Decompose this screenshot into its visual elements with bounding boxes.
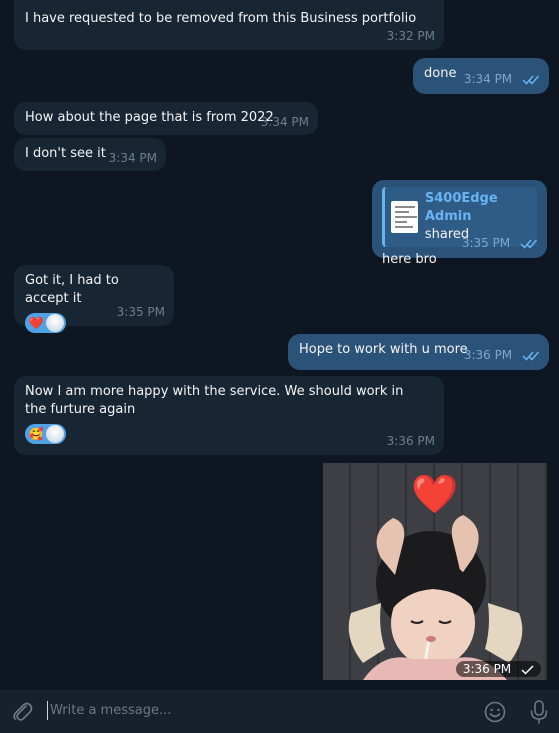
double-check-icon [520, 239, 538, 249]
message-composer: Write a message... [0, 690, 559, 733]
message-outgoing-shared[interactable]: S400Edge Admin shared here bro 3:35 PM [372, 180, 547, 267]
page-thumbnail [391, 201, 418, 233]
double-check-icon [522, 351, 540, 361]
message-input[interactable]: Write a message... [50, 703, 171, 718]
message-incoming[interactable]: I have requested to be removed from this… [14, 0, 444, 50]
message-text: How about the page that is from 2022 [25, 110, 274, 125]
smiley-icon[interactable] [483, 700, 507, 724]
message-incoming[interactable]: I don't see it 3:34 PM [14, 138, 166, 171]
message-text: Got it, I had to accept it [25, 273, 119, 306]
message-text: done [424, 66, 457, 81]
message-incoming[interactable]: How about the page that is from 2022 3:3… [14, 102, 318, 135]
reaction-pill[interactable]: 🥰 [25, 424, 66, 444]
message-text: I don't see it [25, 146, 106, 161]
message-time: 3:36 PM [463, 348, 513, 362]
message-outgoing[interactable]: Hope to work with u more 3:36 PM [288, 334, 549, 370]
message-incoming[interactable]: Got it, I had to accept it ❤️ 3:35 PM [14, 265, 174, 333]
message-time: 3:34 PM [260, 115, 309, 129]
microphone-icon[interactable] [527, 699, 551, 725]
reaction-heart: ❤️ [28, 316, 44, 330]
heart-icon: ❤️ [411, 472, 459, 516]
avatar [46, 425, 64, 443]
message-list[interactable]: I have requested to be removed from this… [0, 0, 559, 690]
paperclip-icon[interactable] [10, 700, 34, 724]
reaction-smiling-hearts: 🥰 [28, 427, 44, 441]
avatar [46, 314, 64, 332]
message-text: Hope to work with u more [299, 342, 468, 357]
message-text: Now I am more happy with the service. We… [25, 384, 404, 417]
message-time: 3:36 PM [462, 662, 512, 676]
message-outgoing[interactable]: done 3:34 PM [413, 58, 549, 94]
message-time: 3:35 PM [116, 305, 165, 319]
shared-title: S400Edge Admin [424, 191, 498, 224]
double-check-icon [522, 75, 540, 85]
message-text: here bro [382, 252, 437, 267]
message-time: 3:34 PM [463, 72, 513, 86]
message-time: 3:36 PM [386, 434, 435, 448]
text-caret [47, 701, 48, 720]
message-incoming[interactable]: Now I am more happy with the service. We… [14, 376, 444, 455]
message-time: 3:34 PM [108, 151, 157, 165]
message-time: 3:32 PM [386, 29, 435, 43]
reactions: 🥰 [25, 424, 434, 444]
single-check-icon [521, 665, 534, 675]
reaction-pill[interactable]: ❤️ [25, 313, 66, 333]
message-text: I have requested to be removed from this… [25, 11, 417, 26]
message-time: 3:35 PM [461, 236, 511, 250]
photo-message[interactable]: ❤️ 3:36 PM [323, 463, 547, 680]
